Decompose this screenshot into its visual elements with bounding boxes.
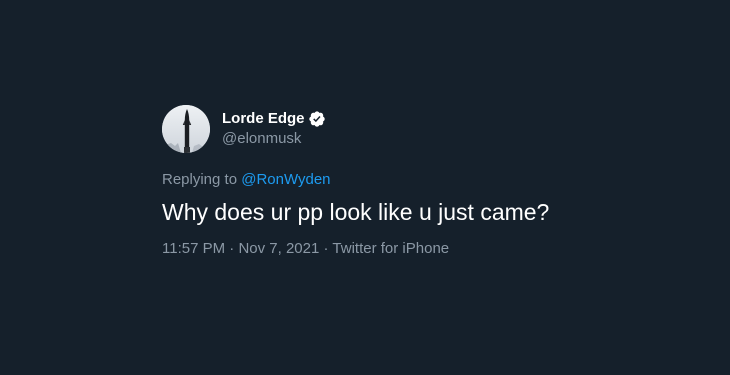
- tweet-text: Why does ur pp look like u just came?: [162, 199, 550, 225]
- meta-separator: ·: [323, 240, 329, 257]
- display-name[interactable]: Lorde Edge: [222, 109, 305, 129]
- starship-icon: [162, 105, 210, 153]
- name-row: Lorde Edge: [222, 109, 326, 129]
- user-handle[interactable]: @elonmusk: [222, 129, 326, 149]
- tweet-time[interactable]: 11:57 PM: [162, 240, 225, 257]
- avatar[interactable]: [162, 105, 210, 153]
- meta-separator: ·: [229, 240, 235, 257]
- reply-mention-link[interactable]: @RonWyden: [241, 171, 330, 188]
- verified-badge-icon: [308, 110, 326, 128]
- replying-to: Replying to @RonWyden: [162, 170, 682, 190]
- replying-to-label: Replying to: [162, 171, 238, 188]
- tweet-meta: 11:57 PM · Nov 7, 2021 · Twitter for iPh…: [162, 239, 682, 259]
- tweet-card: Lorde Edge @elonmusk Replying to @RonWyd…: [162, 104, 682, 259]
- author-names: Lorde Edge @elonmusk: [222, 109, 326, 149]
- tweet-header: Lorde Edge @elonmusk: [162, 104, 682, 154]
- tweet-date[interactable]: Nov 7, 2021: [238, 240, 319, 257]
- tweet-source[interactable]: Twitter for iPhone: [332, 240, 449, 257]
